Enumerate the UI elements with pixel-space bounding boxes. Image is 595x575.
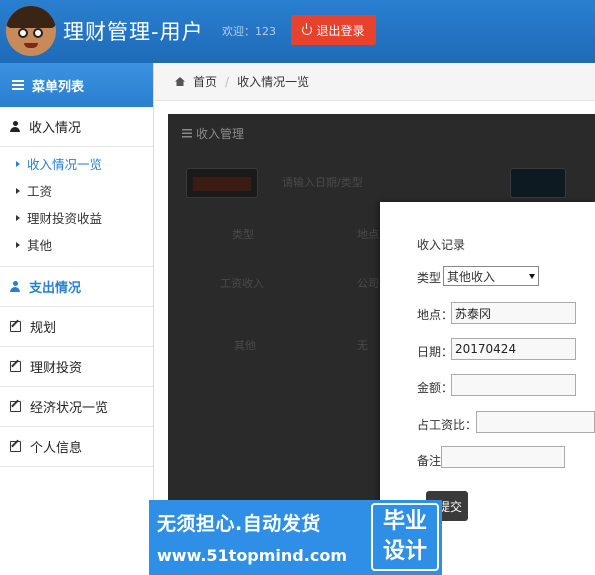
bars-icon	[182, 129, 192, 138]
sidebar-group-label: 规划	[30, 321, 57, 336]
search-button[interactable]	[510, 168, 566, 198]
type-select[interactable]: 其他收入	[443, 266, 539, 286]
watermark-url: www.51topmind.com	[157, 546, 347, 565]
logout-button[interactable]: 退出登录	[291, 15, 376, 45]
col-header-place: 地点	[357, 228, 379, 241]
user-icon	[10, 121, 20, 132]
panel-title: 收入管理	[182, 125, 244, 142]
sidebar-group-label: 个人信息	[30, 441, 83, 456]
watermark-badge-bottom: 设计	[382, 539, 427, 564]
watermark-slogan: 无须担心.自动发货	[157, 513, 321, 535]
type-select-value: 其他收入	[447, 269, 496, 284]
sidebar-item-label: 其他	[27, 238, 53, 253]
amount-input[interactable]	[451, 374, 576, 396]
sidebar: 菜单列表 收入情况 收入情况一览 工资 理财投资收益 其他 支出情况 规划 理财…	[0, 63, 154, 575]
place-label: 地点：	[417, 308, 454, 322]
list-icon	[12, 80, 24, 90]
top-header: 理财管理-用户 欢迎：123 退出登录	[0, 0, 595, 63]
sidebar-group-invest[interactable]: 理财投资	[0, 347, 153, 387]
search-hint: 请输入日期/类型	[282, 176, 363, 189]
sidebar-item-income-overview[interactable]: 收入情况一览	[0, 150, 153, 177]
sidebar-group-label: 理财投资	[30, 361, 83, 376]
edit-icon	[10, 441, 21, 452]
sidebar-item-invest-income[interactable]: 理财投资收益	[0, 204, 153, 231]
add-button[interactable]	[186, 168, 258, 198]
ratio-input[interactable]	[476, 411, 595, 433]
sidebar-item-label: 理财投资收益	[27, 211, 103, 226]
power-icon	[302, 23, 313, 35]
welcome-text: 欢迎：123	[222, 25, 276, 38]
home-icon	[175, 77, 185, 86]
sidebar-group-label: 支出情况	[29, 281, 82, 296]
date-label: 日期：	[417, 345, 454, 359]
user-avatar	[6, 6, 56, 56]
breadcrumb-current: 收入情况一览	[237, 75, 310, 89]
edit-icon	[10, 361, 21, 372]
logout-label: 退出登录	[316, 23, 365, 38]
note-input[interactable]	[441, 446, 565, 468]
sidebar-group-expense[interactable]: 支出情况	[0, 267, 153, 307]
date-input[interactable]	[451, 338, 576, 360]
row-cell-type: 其他	[234, 339, 256, 352]
user-icon	[10, 281, 20, 292]
caret-right-icon	[16, 160, 20, 167]
caret-right-icon	[16, 187, 20, 194]
row-cell-type: 工资收入	[220, 277, 264, 290]
sidebar-group-economy[interactable]: 经济状况一览	[0, 387, 153, 427]
row-cell-place: 公司	[357, 277, 379, 290]
ratio-label: 占工资比：	[417, 418, 478, 432]
sidebar-item-label: 收入情况一览	[27, 157, 103, 172]
panel-title-text: 收入管理	[196, 127, 245, 141]
sidebar-group-label: 经济状况一览	[30, 401, 109, 416]
edit-icon	[10, 321, 21, 332]
menu-title: 菜单列表	[32, 79, 85, 95]
breadcrumb: 首页 / 收入情况一览	[155, 63, 595, 101]
breadcrumb-home[interactable]: 首页	[193, 73, 217, 90]
type-label: 类型	[417, 271, 442, 285]
row-cell-place: 无	[357, 339, 368, 352]
sidebar-group-label: 收入情况	[29, 121, 82, 136]
income-submenu: 收入情况一览 工资 理财投资收益 其他	[0, 147, 153, 267]
app-title: 理财管理-用户	[63, 20, 204, 44]
note-label: 备注	[417, 454, 442, 468]
caret-right-icon	[16, 214, 20, 221]
sidebar-item-other[interactable]: 其他	[0, 231, 153, 258]
caret-right-icon	[16, 241, 20, 248]
sidebar-group-personal[interactable]: 个人信息	[0, 427, 153, 467]
watermark-badge-top: 毕业	[382, 509, 427, 535]
watermark-banner: 无须担心.自动发货 www.51topmind.com 毕业 设计	[149, 500, 442, 575]
chevron-down-icon	[529, 273, 535, 279]
sidebar-group-plan[interactable]: 规划	[0, 307, 153, 347]
menu-header: 菜单列表	[0, 63, 153, 107]
amount-label: 金额：	[417, 381, 454, 395]
sidebar-item-salary[interactable]: 工资	[0, 177, 153, 204]
sidebar-item-label: 工资	[27, 184, 53, 199]
sidebar-group-income[interactable]: 收入情况	[0, 107, 153, 147]
col-header-type: 类型	[232, 228, 254, 241]
breadcrumb-separator: /	[225, 74, 230, 89]
modal-title: 收入记录	[417, 238, 466, 252]
place-input[interactable]	[451, 302, 576, 324]
edit-icon	[10, 401, 21, 412]
watermark-badge: 毕业 设计	[371, 503, 439, 571]
